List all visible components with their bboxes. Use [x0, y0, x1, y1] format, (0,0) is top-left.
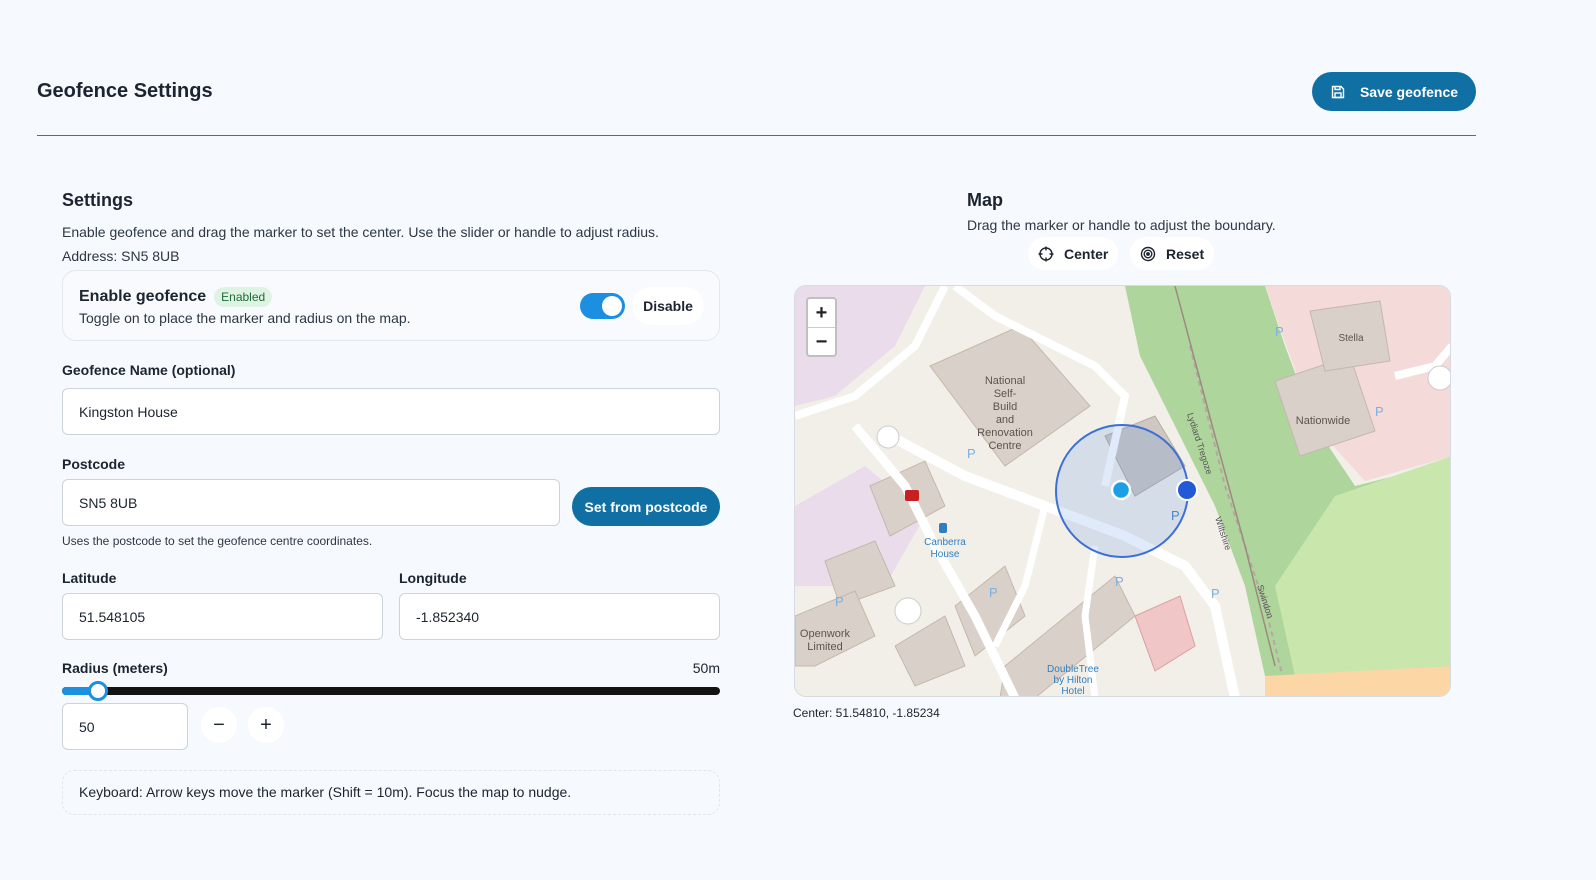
- settings-description: Enable geofence and drag the marker to s…: [62, 220, 720, 268]
- reset-button[interactable]: Reset: [1130, 237, 1215, 270]
- latitude-label: Latitude: [62, 570, 117, 586]
- radius-increment-button[interactable]: +: [248, 707, 284, 743]
- plus-icon: +: [260, 713, 272, 736]
- map-title: Map: [967, 190, 1003, 210]
- map-parking-label: P: [967, 446, 976, 461]
- enable-geofence-heading: Enable geofence Enabled: [79, 287, 273, 307]
- map-label-doubletree: by Hilton: [1054, 675, 1093, 686]
- map-parking-label: P: [1171, 508, 1180, 523]
- map-label-building: Build: [993, 401, 1017, 413]
- postcode-input[interactable]: [62, 479, 560, 526]
- latitude-input[interactable]: [62, 593, 383, 640]
- radius-slider[interactable]: [62, 681, 720, 701]
- map-label-building: and: [996, 414, 1014, 426]
- reset-button-label: Reset: [1166, 245, 1205, 262]
- center-readout: Center: 51.54810, -1.85234: [793, 706, 940, 720]
- map-label-building: Renovation: [977, 427, 1033, 439]
- settings-instructions: Enable geofence and drag the marker to s…: [62, 224, 659, 240]
- map-description: Drag the marker or handle to adjust the …: [967, 217, 1276, 233]
- settings-title: Settings: [62, 190, 134, 210]
- radius-display: 50m: [692, 660, 720, 676]
- zoom-control: + −: [806, 297, 837, 357]
- bus-icon: [939, 523, 947, 533]
- map-label-canberra: House: [931, 549, 960, 560]
- map-label-building: Self-: [994, 388, 1017, 400]
- map-canvas[interactable]: National Self- Build and Renovation Cent…: [794, 285, 1451, 697]
- disable-button[interactable]: Disable: [632, 287, 704, 325]
- map-label-openwork: Openwork: [800, 628, 851, 640]
- map-label-canberra: Canberra: [924, 537, 966, 548]
- map-tiles: National Self- Build and Renovation Cent…: [795, 286, 1450, 697]
- name-label: Geofence Name (optional): [62, 362, 236, 378]
- longitude-input[interactable]: [399, 593, 720, 640]
- map-panel: Map Drag the marker or handle to adjust …: [967, 190, 1276, 270]
- settings-address: Address: SN5 8UB: [62, 248, 180, 264]
- center-button-label: Center: [1064, 245, 1109, 262]
- enable-geofence-card: Enable geofence Enabled Toggle on to pla…: [62, 270, 720, 341]
- map-parking-label: P: [1115, 574, 1124, 589]
- enable-geofence-title: Enable geofence: [79, 288, 207, 305]
- keyboard-note: Keyboard: Arrow keys move the marker (Sh…: [62, 770, 720, 815]
- page-header: Geofence Settings Save geofence: [37, 70, 1476, 136]
- target-icon: [1140, 246, 1156, 261]
- radius-label: Radius (meters): [62, 660, 168, 676]
- map-parking-label: P: [1375, 404, 1384, 419]
- settings-panel: Settings Enable geofence and drag the ma…: [62, 190, 720, 815]
- map-label-openwork: Limited: [807, 641, 842, 653]
- map-parking-label: P: [1275, 324, 1284, 339]
- save-icon: [1331, 85, 1345, 98]
- save-geofence-label: Save geofence: [1359, 83, 1459, 100]
- page-title: Geofence Settings: [37, 80, 213, 102]
- map-label-building: Centre: [988, 440, 1021, 452]
- radius-slider-thumb[interactable]: [88, 681, 109, 701]
- center-button[interactable]: Center: [1028, 237, 1119, 270]
- postcode-helper: Uses the postcode to set the geofence ce…: [62, 534, 373, 548]
- map-label-doubletree: DoubleTree: [1047, 664, 1099, 675]
- status-badge: Enabled: [214, 287, 273, 307]
- map-label-nationwide: Nationwide: [1296, 415, 1350, 427]
- map-parking-label: P: [835, 594, 844, 609]
- map-label-building: National: [985, 375, 1025, 387]
- radius-decrement-button[interactable]: −: [201, 707, 237, 743]
- zoom-out-button[interactable]: −: [808, 327, 835, 355]
- longitude-label: Longitude: [399, 570, 467, 586]
- hospital-icon: [905, 490, 919, 501]
- crosshair-icon: [1038, 246, 1054, 261]
- enable-geofence-switch[interactable]: [580, 293, 625, 319]
- map-label-stella: Stella: [1338, 333, 1363, 344]
- minus-icon: −: [213, 713, 225, 736]
- map-parking-label: P: [989, 585, 998, 600]
- map-parking-label: P: [1211, 586, 1220, 601]
- save-geofence-button[interactable]: Save geofence: [1312, 72, 1476, 111]
- enable-geofence-subtitle: Toggle on to place the marker and radius…: [79, 310, 411, 326]
- zoom-in-button[interactable]: +: [808, 299, 835, 327]
- set-from-postcode-button[interactable]: Set from postcode: [572, 487, 720, 526]
- postcode-label: Postcode: [62, 456, 126, 472]
- geofence-name-input[interactable]: [62, 388, 720, 435]
- map-label-doubletree: Hotel: [1061, 686, 1084, 697]
- radius-input[interactable]: [62, 703, 188, 750]
